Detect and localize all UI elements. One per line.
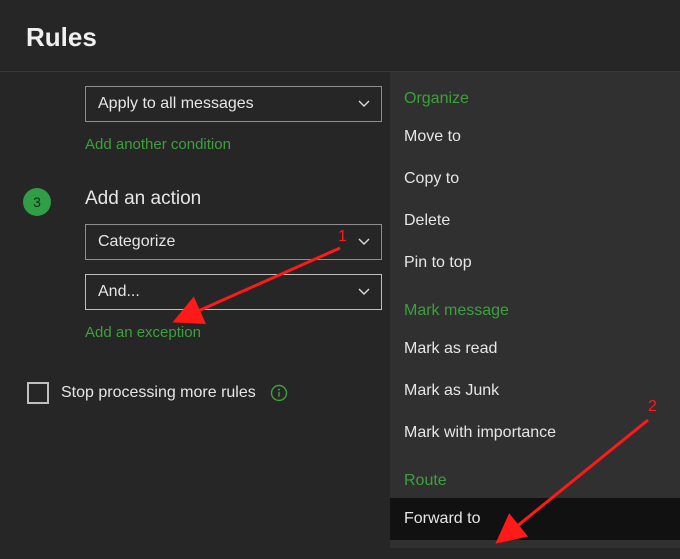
menu-item[interactable]: Mark as Junk	[390, 370, 680, 412]
add-exception-link[interactable]: Add an exception	[85, 324, 201, 341]
menu-item[interactable]: Mark as read	[390, 328, 680, 370]
menu-item[interactable]: Pin to top	[390, 242, 680, 284]
condition-select-label: Apply to all messages	[98, 95, 254, 112]
section-title-add-action: Add an action	[85, 188, 383, 210]
menu-group-header: Route	[390, 454, 680, 498]
menu-group-header: Mark message	[390, 284, 680, 328]
stop-processing-checkbox[interactable]	[27, 382, 49, 404]
menu-item[interactable]: Delete	[390, 200, 680, 242]
page-title: Rules	[0, 0, 680, 71]
add-condition-link[interactable]: Add another condition	[85, 136, 231, 153]
menu-item[interactable]: Move to	[390, 116, 680, 158]
action-select-1-label: Categorize	[98, 233, 175, 250]
annotation-2: 2	[648, 398, 657, 416]
menu-item[interactable]: Mark with importance	[390, 412, 680, 454]
menu-group-header: Organize	[390, 72, 680, 116]
action-select-2[interactable]: And...	[85, 274, 382, 310]
action-select-2-label: And...	[98, 283, 140, 300]
action-dropdown-menu: OrganizeMove toCopy toDeletePin to topMa…	[390, 72, 680, 548]
info-icon[interactable]	[270, 384, 288, 402]
chevron-down-icon	[357, 285, 371, 299]
condition-select[interactable]: Apply to all messages	[85, 86, 382, 122]
step-badge-3: 3	[23, 188, 51, 216]
menu-item[interactable]: Forward to	[390, 498, 680, 540]
annotation-1: 1	[338, 228, 347, 246]
menu-item[interactable]: Copy to	[390, 158, 680, 200]
chevron-down-icon	[357, 235, 371, 249]
stop-processing-label: Stop processing more rules	[61, 384, 256, 402]
chevron-down-icon	[357, 97, 371, 111]
